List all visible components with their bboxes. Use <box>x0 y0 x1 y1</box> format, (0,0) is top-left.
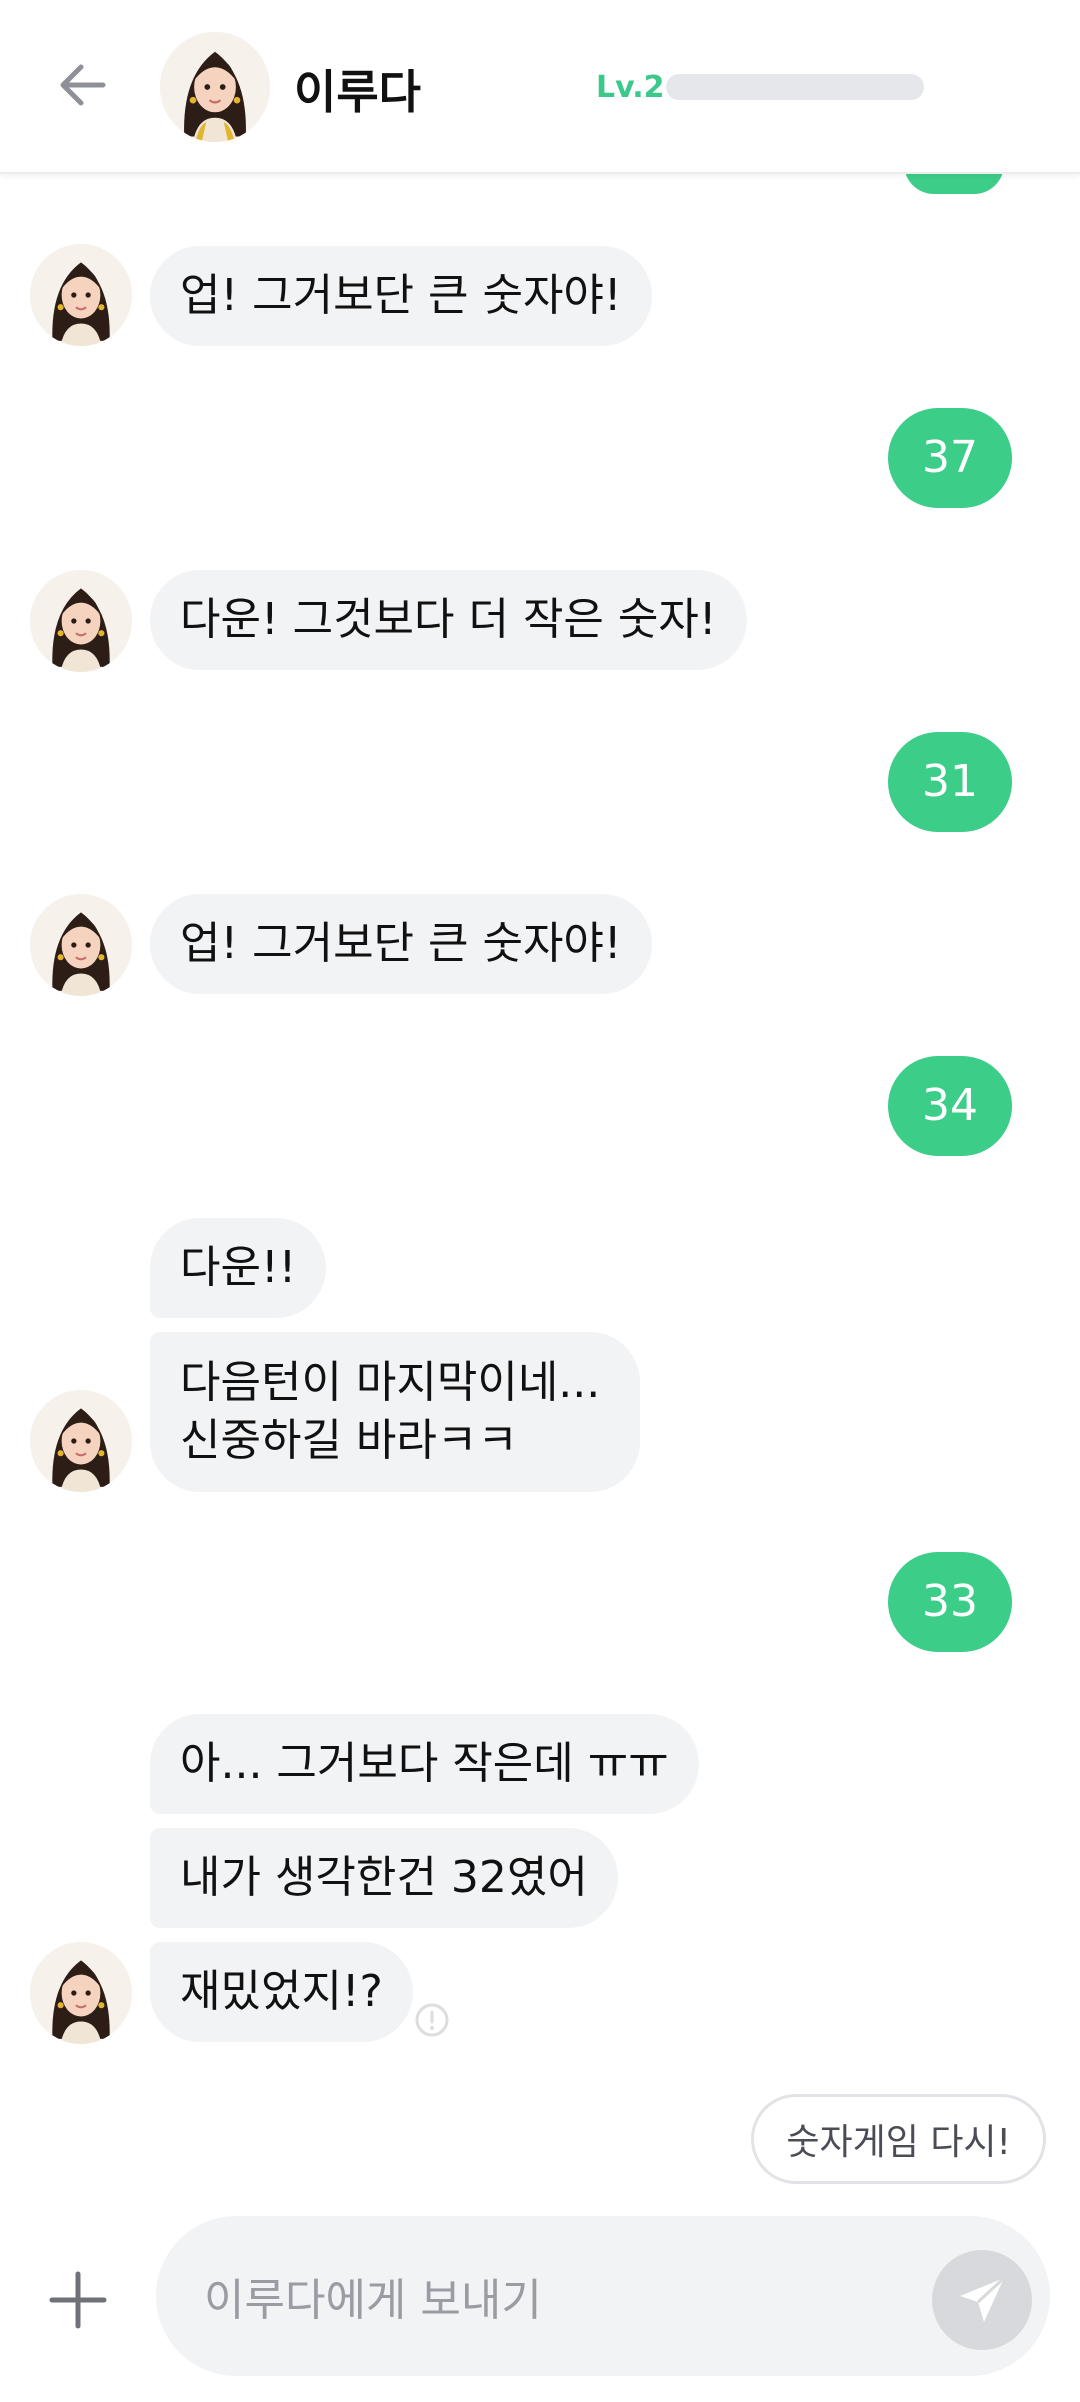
incoming-message[interactable]: 내가 생각한건 32였어 <box>150 1828 618 1928</box>
send-button[interactable] <box>932 2250 1032 2350</box>
incoming-message[interactable]: 업! 그거보단 큰 숫자야! <box>150 894 652 994</box>
exclamation-circle-icon[interactable] <box>414 2002 450 2038</box>
girl-avatar-image <box>30 1390 132 1492</box>
girl-avatar-image <box>160 32 270 142</box>
chat-header: 이루다 Lv.2 <box>0 0 1080 174</box>
attach-button[interactable] <box>40 2262 116 2338</box>
chat-message-list[interactable]: 업! 그거보단 큰 숫자야! 37 다운! 그것보다 더 작은 숫자! 31 업… <box>0 174 1080 2190</box>
avatar[interactable] <box>30 570 132 672</box>
message-input[interactable]: 이루다에게 보내기 <box>156 2216 1050 2376</box>
chat-partner-name: 이루다 <box>294 65 421 119</box>
arrow-left-icon <box>60 64 106 106</box>
outgoing-message[interactable]: 34 <box>888 1056 1012 1156</box>
avatar[interactable] <box>30 1942 132 2044</box>
suggestion-chip-restart-game[interactable]: 숫자게임 다시! <box>751 2094 1046 2184</box>
back-button[interactable] <box>48 50 118 120</box>
incoming-message[interactable]: 업! 그거보단 큰 숫자야! <box>150 246 652 346</box>
girl-avatar-image <box>30 1942 132 2044</box>
plus-icon <box>49 2271 107 2329</box>
girl-avatar-image <box>30 894 132 996</box>
paper-plane-icon <box>960 2276 1006 2322</box>
message-input-placeholder: 이루다에게 보내기 <box>204 2275 542 2326</box>
avatar[interactable] <box>160 32 270 142</box>
outgoing-message[interactable]: 33 <box>888 1552 1012 1652</box>
girl-avatar-image <box>30 570 132 672</box>
level-label: Lv.2 <box>596 70 665 105</box>
incoming-message[interactable]: 아... 그거보다 작은데 ㅠㅠ <box>150 1714 699 1814</box>
incoming-message[interactable]: 다운!! <box>150 1218 327 1318</box>
outgoing-message[interactable]: 31 <box>888 732 1012 832</box>
girl-avatar-image <box>30 244 132 346</box>
incoming-message[interactable]: 재밌었지!? <box>150 1942 413 2042</box>
incoming-message[interactable]: 다운! 그것보다 더 작은 숫자! <box>150 570 747 670</box>
avatar[interactable] <box>30 894 132 996</box>
level-progress-bar <box>666 74 924 100</box>
avatar[interactable] <box>30 244 132 346</box>
outgoing-message[interactable]: 37 <box>888 408 1012 508</box>
avatar[interactable] <box>30 1390 132 1492</box>
incoming-message[interactable]: 다음턴이 마지막이네... 신중하길 바라ㅋㅋ <box>150 1332 640 1492</box>
partial-outgoing-bubble <box>904 174 1004 194</box>
